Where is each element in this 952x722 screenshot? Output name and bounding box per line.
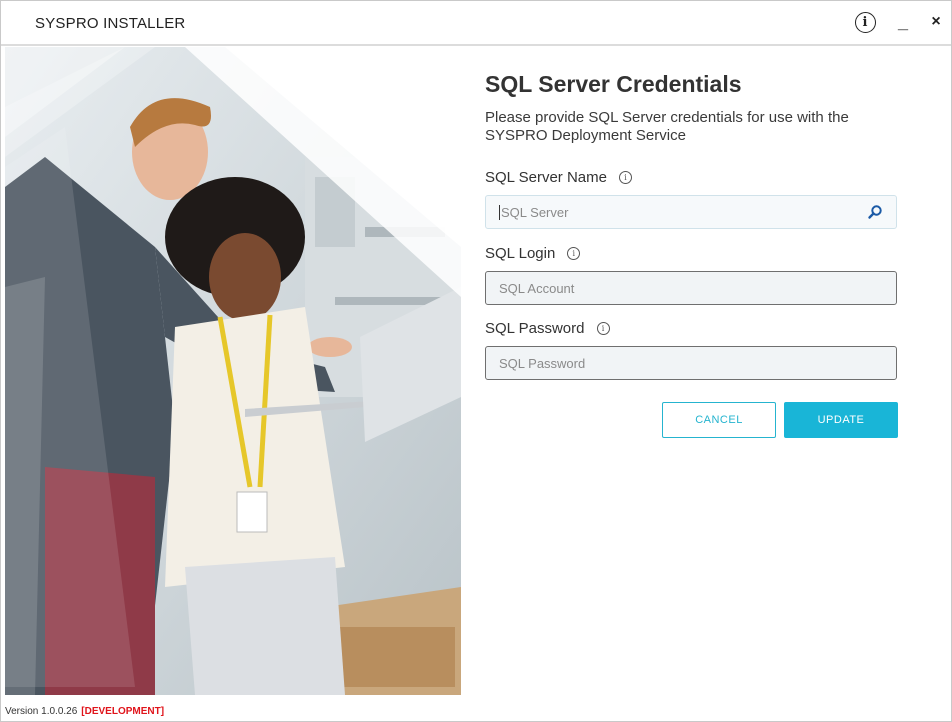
sql-server-name-input[interactable]: SQL Server <box>485 195 897 229</box>
close-button[interactable]: × <box>927 9 945 35</box>
version-text: Version 1.0.0.26 <box>5 706 78 717</box>
info-circle-icon[interactable]: i <box>619 171 632 184</box>
sql-login-label: SQL Login i <box>485 245 581 262</box>
sql-password-placeholder: SQL Password <box>499 355 586 371</box>
environment-tag: [DEVELOPMENT] <box>81 706 165 717</box>
hero-illustration <box>5 47 461 695</box>
minimize-button[interactable]: _ <box>894 9 912 35</box>
info-circle-icon[interactable]: i <box>596 322 610 335</box>
hero-image <box>5 47 461 695</box>
info-circle-icon: i <box>854 11 876 33</box>
minimize-icon: _ <box>897 11 908 32</box>
update-button[interactable]: UPDATE <box>784 402 898 438</box>
sql-server-name-placeholder: SQL Server <box>501 204 569 220</box>
close-icon: × <box>931 13 941 30</box>
text-cursor <box>499 204 500 220</box>
sql-server-name-label-text: SQL Server Name <box>485 169 607 186</box>
page-title: SQL Server Credentials <box>485 71 742 97</box>
title-bar: SYSPRO INSTALLER i _ × <box>1 1 951 46</box>
info-button[interactable]: i <box>852 9 878 35</box>
info-circle-icon[interactable]: i <box>567 247 581 260</box>
sql-password-input[interactable]: SQL Password <box>485 346 897 380</box>
sql-server-name-label: SQL Server Name i <box>485 169 632 186</box>
cancel-button[interactable]: CANCEL <box>662 402 776 438</box>
sql-login-label-text: SQL Login <box>485 245 556 262</box>
app-title: SYSPRO INSTALLER <box>35 15 186 32</box>
sql-login-input[interactable]: SQL Account <box>485 271 897 305</box>
sql-login-placeholder: SQL Account <box>499 280 575 296</box>
version-footer: Version 1.0.0.26 [DEVELOPMENT] <box>5 706 164 717</box>
sql-password-label-text: SQL Password <box>485 320 585 337</box>
installer-window: SYSPRO INSTALLER i _ × SQL Server Creden… <box>0 0 952 722</box>
sql-password-label: SQL Password i <box>485 320 610 337</box>
page-subtitle: Please provide SQL Server credentials fo… <box>485 109 849 144</box>
search-icon[interactable] <box>867 204 883 220</box>
